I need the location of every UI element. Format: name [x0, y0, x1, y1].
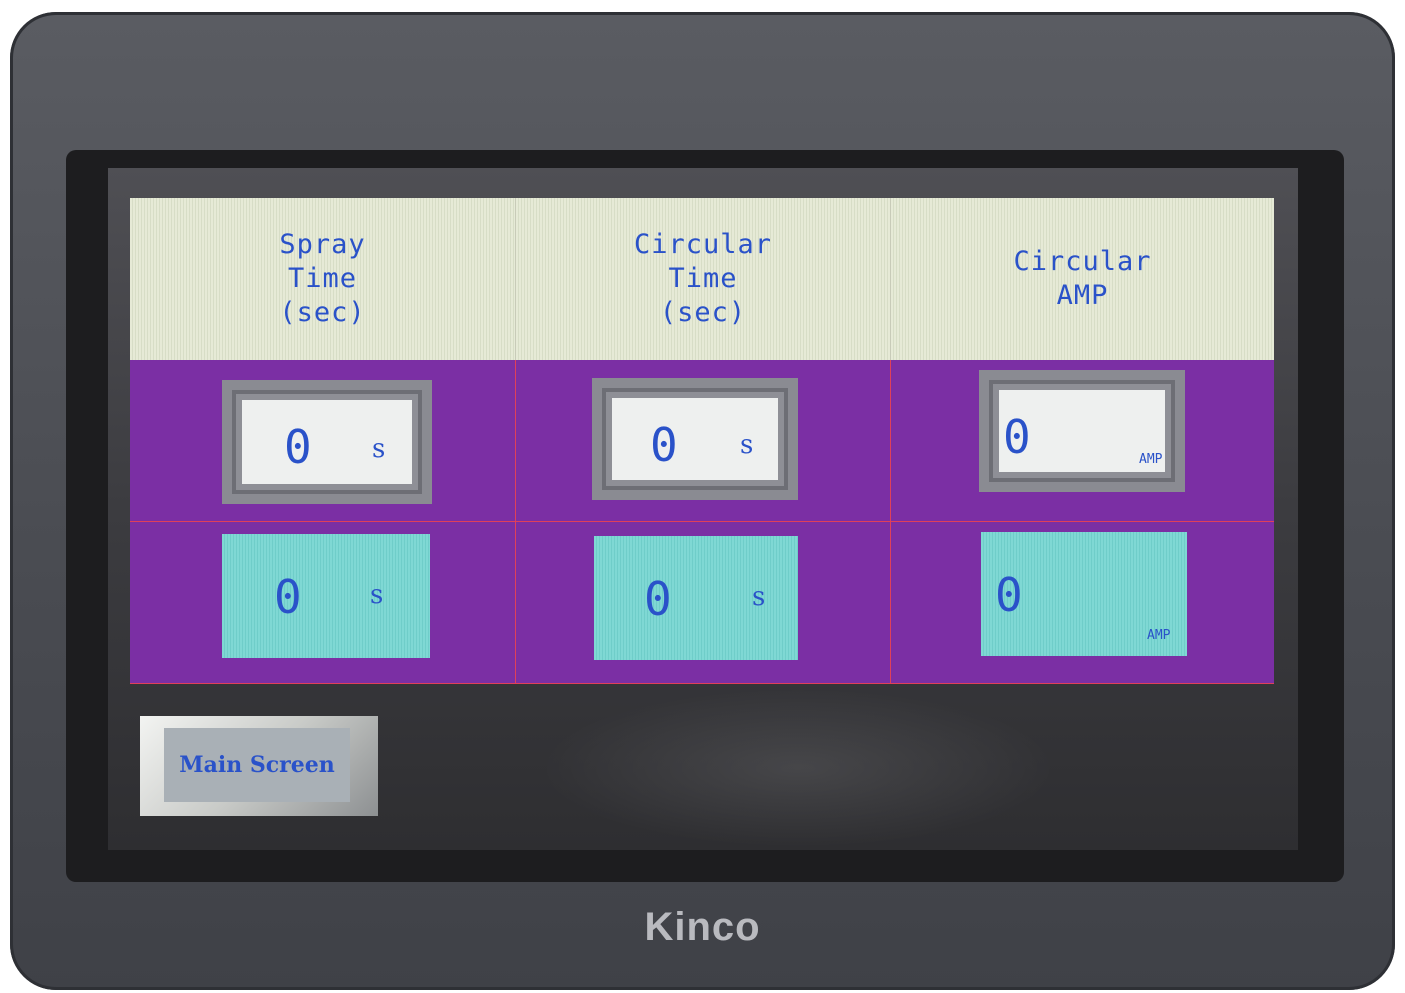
kinco-logo: Kinco [644, 905, 761, 949]
hmi-screen: Spray Time (sec) Circular Time (sec) Cir… [108, 168, 1298, 850]
setpoint-cell-circular-amp: 0 AMP [891, 360, 1274, 522]
circular-time-input[interactable]: 0 s [592, 378, 798, 500]
circular-amp-input-unit: AMP [1139, 452, 1163, 467]
spray-time-display: 0 s [222, 534, 430, 658]
actual-cell-spray: 0 s [130, 522, 516, 684]
spray-time-input-unit: s [372, 434, 386, 464]
spray-time-display-value: 0 [274, 570, 302, 624]
circular-amp-display: 0 AMP [981, 532, 1187, 656]
main-screen-button[interactable]: Main Screen [140, 716, 378, 816]
circular-time-display-value: 0 [644, 572, 672, 626]
actual-cell-circular-amp: 0 AMP [891, 522, 1274, 684]
circular-time-display-unit: s [752, 582, 766, 612]
header-circular-amp: Circular AMP [891, 198, 1274, 360]
header-circular-time: Circular Time (sec) [516, 198, 891, 360]
spray-time-display-unit: s [370, 580, 384, 610]
setpoint-cell-spray: 0 s [130, 360, 516, 522]
spray-time-input-value: 0 [284, 420, 312, 474]
circular-time-input-value: 0 [650, 418, 678, 472]
circular-amp-input-value: 0 [1003, 410, 1031, 464]
screen-glare [538, 688, 1058, 848]
parameter-grid: Spray Time (sec) Circular Time (sec) Cir… [130, 198, 1274, 684]
circular-time-display: 0 s [594, 536, 798, 660]
setpoint-cell-circular-time: 0 s [516, 360, 891, 522]
header-spray-time: Spray Time (sec) [130, 198, 516, 360]
circular-amp-display-unit: AMP [1147, 628, 1171, 643]
circular-time-input-unit: s [740, 430, 754, 460]
main-screen-button-label: Main Screen [164, 728, 350, 802]
circular-amp-input[interactable]: 0 AMP [979, 370, 1185, 492]
actual-cell-circular-time: 0 s [516, 522, 891, 684]
circular-amp-display-value: 0 [995, 568, 1023, 622]
spray-time-input[interactable]: 0 s [222, 380, 432, 504]
